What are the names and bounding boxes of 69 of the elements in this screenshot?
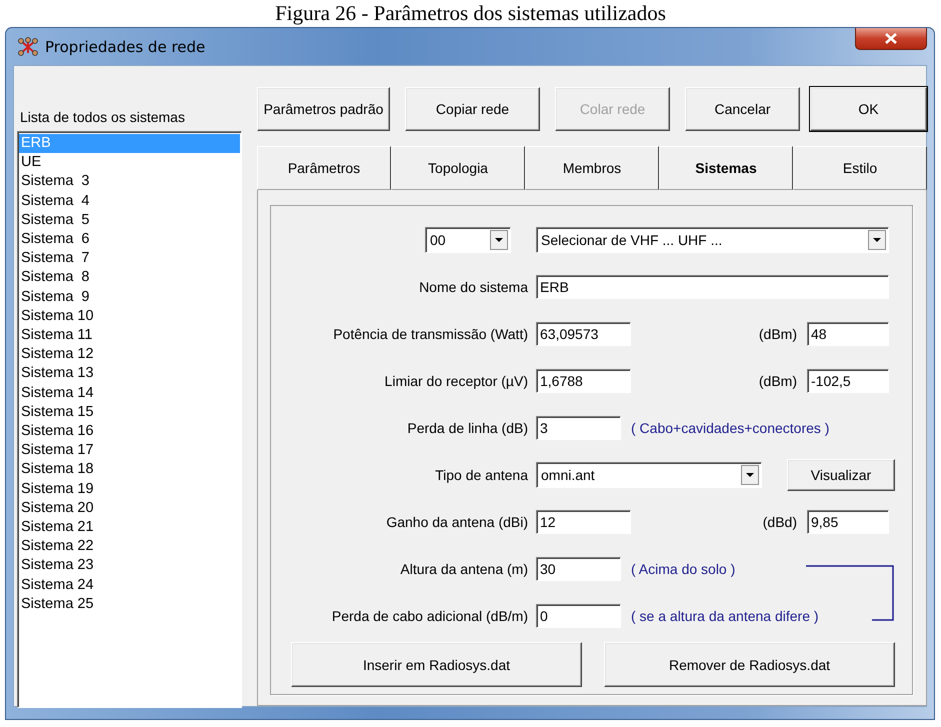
button[interactable]: Cancelar xyxy=(685,87,800,131)
tab[interactable]: Topologia xyxy=(391,146,525,190)
text-field[interactable]: 30 xyxy=(536,556,621,580)
tab[interactable]: Membros xyxy=(525,146,659,190)
list-item[interactable]: Sistema 21 xyxy=(19,518,240,538)
text-field[interactable]: ERB xyxy=(536,274,889,298)
list-item[interactable]: Sistema 8 xyxy=(19,268,240,288)
list-item[interactable]: Sistema 24 xyxy=(19,576,240,595)
list-item[interactable]: UE xyxy=(19,153,240,172)
list-item[interactable]: Sistema 23 xyxy=(19,556,240,576)
button[interactable]: Parâmetros padrão xyxy=(257,87,390,131)
list-item[interactable]: Sistema 17 xyxy=(19,441,240,460)
window-title: Propriedades de rede xyxy=(45,38,206,56)
field-label: Potência de transmissão (Watt) xyxy=(332,326,528,342)
button[interactable]: Remover de Radiosys.dat xyxy=(604,642,895,687)
text-field[interactable]: 1,6788 xyxy=(536,368,631,392)
hint-text: ( Cabo+cavidades+conectores ) xyxy=(631,420,830,436)
button[interactable]: Inserir em Radiosys.dat xyxy=(291,642,582,687)
list-item[interactable]: Sistema 25 xyxy=(19,594,240,614)
field-label: Ganho da antena (dBi) xyxy=(385,514,528,530)
close-icon xyxy=(885,33,897,44)
list-item[interactable]: Sistema 6 xyxy=(19,230,240,250)
field-label: Altura da antena (m) xyxy=(399,560,528,576)
field-label: Perda de cabo adicional (dB/m) xyxy=(330,608,528,624)
list-label: Lista de todos os sistemas xyxy=(19,109,186,127)
list-item[interactable]: Sistema 19 xyxy=(19,480,240,499)
field-label: Perda de linha (dB) xyxy=(406,420,528,436)
field-label: Nome do sistema xyxy=(418,278,528,294)
hint-text: ( Acima do solo ) xyxy=(631,560,736,576)
list-item[interactable]: Sistema 5 xyxy=(19,210,240,230)
list-item[interactable]: Sistema 14 xyxy=(19,384,240,403)
list-item[interactable]: Sistema 13 xyxy=(19,364,240,384)
text-field[interactable]: 48 xyxy=(807,322,889,346)
list-item[interactable]: Sistema 10 xyxy=(19,306,240,326)
text-field[interactable]: 3 xyxy=(536,416,621,440)
list-item[interactable]: Sistema 16 xyxy=(19,422,240,442)
unit-label: (dBm) xyxy=(758,326,797,342)
source-dropdown[interactable]: Selecionar de VHF ... UHF ... xyxy=(536,226,889,252)
list-item[interactable]: Sistema 12 xyxy=(19,345,240,364)
figure-caption: Figura 26 - Parâmetros dos sistemas utilizados xyxy=(275,1,666,25)
tab[interactable]: Sistemas xyxy=(659,146,793,190)
code-dropdown[interactable]: 00 xyxy=(425,226,511,252)
tab[interactable]: Estilo xyxy=(793,146,927,190)
list-item[interactable]: Sistema 18 xyxy=(19,460,240,480)
list-item[interactable]: Sistema 22 xyxy=(19,537,240,556)
list-item[interactable]: Sistema 11 xyxy=(19,326,240,346)
button[interactable]: Copiar rede xyxy=(405,87,540,131)
tab[interactable]: Parâmetros xyxy=(257,146,391,190)
hint-text: ( se a altura da antena difere ) xyxy=(631,608,819,624)
list-item[interactable]: Sistema 15 xyxy=(19,402,240,422)
close-button[interactable] xyxy=(855,28,927,50)
unit-label: (dBm) xyxy=(758,372,797,388)
unit-label: (dBd) xyxy=(762,514,797,530)
text-field[interactable]: 0 xyxy=(536,604,621,628)
text-field[interactable]: -102,5 xyxy=(807,368,889,392)
button[interactable]: Visualizar xyxy=(787,458,895,490)
network-icon xyxy=(17,36,39,56)
field-label: Tipo de antena xyxy=(434,466,528,482)
list-item[interactable]: Sistema 7 xyxy=(19,249,240,268)
list-item[interactable]: Sistema 9 xyxy=(19,288,240,307)
button[interactable]: OK xyxy=(810,87,927,131)
field-label: Limiar do receptor (µV) xyxy=(384,372,528,388)
text-field[interactable]: 9,85 xyxy=(807,510,889,534)
text-field[interactable]: 63,09573 xyxy=(536,322,631,346)
text-field[interactable]: 12 xyxy=(536,510,631,534)
antenna-dropdown[interactable]: omni.ant xyxy=(536,462,762,488)
list-item[interactable]: Sistema 4 xyxy=(19,192,240,211)
list-item[interactable]: Sistema 20 xyxy=(19,498,240,518)
list-item[interactable]: Sistema 3 xyxy=(19,172,240,192)
